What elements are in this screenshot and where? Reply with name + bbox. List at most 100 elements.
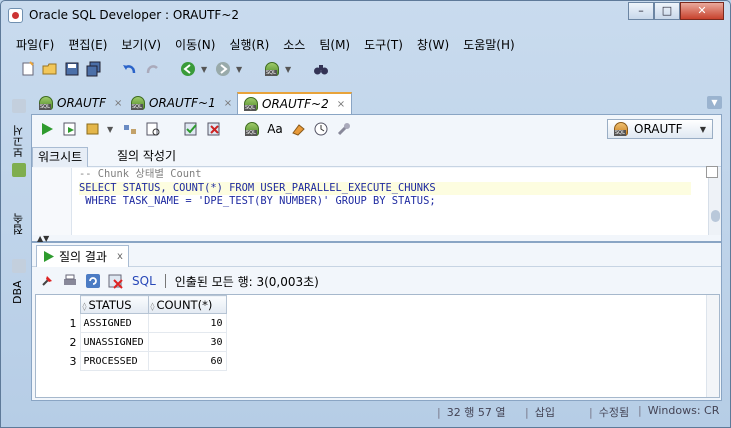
status-bar: | 32 행 57 열 | 삽입 | 수정됨 | Windows: CR bbox=[1, 402, 730, 420]
tab-query-builder[interactable]: 질의 작성기 bbox=[112, 147, 181, 167]
format-case-icon[interactable]: Aa bbox=[266, 120, 284, 138]
save-all-icon[interactable] bbox=[85, 60, 103, 78]
window-controls: – □ ✕ bbox=[628, 2, 724, 20]
menu-view[interactable]: 보기(V) bbox=[114, 36, 168, 54]
chevron-down-icon[interactable]: ▼ bbox=[285, 65, 294, 74]
cell-count[interactable]: 30 bbox=[147, 332, 227, 352]
chevron-down-icon[interactable]: ▼ bbox=[107, 125, 116, 134]
close-icon[interactable]: × bbox=[114, 98, 122, 109]
toolbar-divider bbox=[164, 274, 166, 288]
editor-toolbar: ▼ Aa bbox=[32, 115, 721, 143]
connection-select[interactable]: ORAUTF ▼ bbox=[607, 119, 713, 139]
editor-subtabs: 워크시트 질의 작성기 bbox=[32, 145, 721, 167]
tab-list-dropdown-icon[interactable]: ▼ bbox=[707, 96, 722, 109]
dock-tab-reports[interactable]: 보고서 bbox=[11, 121, 29, 163]
row-number: 1 bbox=[69, 316, 77, 330]
code-line-3: WHERE TASK_NAME = 'DPE_TEST(BY NUMBER)' … bbox=[79, 195, 436, 207]
minimize-button[interactable]: – bbox=[628, 2, 654, 20]
close-icon[interactable]: x bbox=[117, 251, 123, 262]
new-file-icon[interactable] bbox=[19, 60, 37, 78]
column-header-status[interactable]: ◊ STATUS bbox=[79, 295, 149, 314]
tab-query-result[interactable]: 질의 결과 x bbox=[36, 245, 129, 267]
print-icon[interactable] bbox=[61, 272, 79, 290]
tab-orautf-2[interactable]: ORAUTF~2 × bbox=[237, 92, 353, 114]
menu-source[interactable]: 소스 bbox=[276, 36, 312, 54]
menu-edit[interactable]: 편집(E) bbox=[61, 36, 114, 54]
tab-orautf-1[interactable]: ORAUTF~1 × bbox=[125, 92, 238, 114]
table-row[interactable]: 2 UNASSIGNED 30 bbox=[36, 332, 227, 352]
menu-team[interactable]: 팀(M) bbox=[312, 36, 357, 54]
eraser-icon[interactable] bbox=[289, 120, 307, 138]
table-row[interactable]: 3 PROCESSED 60 bbox=[36, 351, 227, 371]
commit-icon[interactable] bbox=[84, 120, 102, 138]
close-button[interactable]: ✕ bbox=[680, 2, 724, 20]
chevron-down-icon[interactable]: ▼ bbox=[236, 65, 245, 74]
chevron-down-icon[interactable]: ▼ bbox=[201, 65, 210, 74]
autotrace-icon[interactable] bbox=[144, 120, 162, 138]
menu-file[interactable]: 파일(F) bbox=[9, 36, 61, 54]
cancel-query-icon[interactable] bbox=[107, 272, 125, 290]
editor-scrollbar[interactable] bbox=[708, 168, 721, 235]
results-panel: 질의 결과 x SQL 인출된 모든 행: 3(0,003초) ◊ STATUS… bbox=[31, 242, 722, 401]
run-script-icon[interactable] bbox=[61, 120, 79, 138]
results-tabbar: 질의 결과 x bbox=[32, 243, 721, 267]
title-bar: Oracle SQL Developer : ORAUTF~2 – □ ✕ bbox=[1, 1, 730, 29]
menu-navigate[interactable]: 이동(N) bbox=[168, 36, 222, 54]
sql-tuning-icon[interactable] bbox=[243, 120, 261, 138]
scrollbar-thumb[interactable] bbox=[711, 210, 720, 222]
open-folder-icon[interactable] bbox=[41, 60, 59, 78]
column-header-count[interactable]: ◊ COUNT(*) bbox=[147, 295, 227, 314]
row-number: 2 bbox=[69, 335, 77, 349]
cell-count[interactable]: 60 bbox=[147, 351, 227, 371]
commit-check-icon[interactable] bbox=[182, 120, 200, 138]
grid-scrollbar[interactable] bbox=[706, 295, 719, 397]
menu-tools[interactable]: 도구(T) bbox=[357, 36, 410, 54]
forward-icon[interactable] bbox=[214, 60, 232, 78]
dock-tab-dba[interactable]: DBA bbox=[11, 277, 29, 307]
wrench-icon[interactable] bbox=[335, 120, 353, 138]
tab-orautf[interactable]: ORAUTF × bbox=[33, 92, 128, 114]
results-grid[interactable]: ◊ STATUS ◊ COUNT(*) 1 ASSIGNED 10 2 UNASSI… bbox=[35, 294, 720, 398]
redo-icon[interactable] bbox=[143, 60, 161, 78]
results-toolbar: SQL 인출된 모든 행: 3(0,003초) bbox=[38, 270, 319, 292]
code-text[interactable]: -- Chunk 상태별 Count SELECT STATUS, COUNT(… bbox=[79, 168, 691, 209]
code-editor[interactable]: -- Chunk 상태별 Count SELECT STATUS, COUNT(… bbox=[32, 168, 721, 235]
refresh-icon[interactable] bbox=[84, 272, 102, 290]
binoculars-icon[interactable] bbox=[312, 60, 330, 78]
cell-status[interactable]: ASSIGNED bbox=[79, 313, 149, 333]
dock-tab-connections[interactable]: 접속 bbox=[11, 209, 29, 239]
sort-icon: ◊ bbox=[150, 301, 155, 311]
cell-status[interactable]: UNASSIGNED bbox=[79, 332, 149, 352]
menu-run[interactable]: 실행(R) bbox=[222, 36, 276, 54]
main-toolbar: ▼ ▼ ▼ bbox=[19, 58, 330, 80]
row-number: 3 bbox=[69, 354, 77, 368]
history-icon[interactable] bbox=[312, 120, 330, 138]
connections-icon bbox=[12, 163, 26, 177]
close-icon[interactable]: × bbox=[224, 98, 232, 109]
editor-side-marker bbox=[706, 166, 718, 178]
tab-worksheet[interactable]: 워크시트 bbox=[32, 147, 89, 167]
save-icon[interactable] bbox=[63, 60, 81, 78]
cell-status[interactable]: PROCESSED bbox=[79, 351, 149, 371]
tab-label: ORAUTF bbox=[57, 96, 107, 110]
cell-count[interactable]: 10 bbox=[147, 313, 227, 333]
table-row[interactable]: 1 ASSIGNED 10 bbox=[36, 313, 227, 333]
explain-plan-icon[interactable] bbox=[121, 120, 139, 138]
maximize-button[interactable]: □ bbox=[654, 2, 680, 20]
status-position: | 32 행 57 열 bbox=[437, 406, 506, 419]
pin-icon[interactable] bbox=[38, 272, 56, 290]
rollback-icon[interactable] bbox=[205, 120, 223, 138]
left-dock: 보고서 접속 DBA bbox=[9, 93, 31, 419]
connection-name: ORAUTF bbox=[634, 122, 683, 136]
run-statement-icon[interactable] bbox=[38, 120, 56, 138]
close-icon[interactable]: × bbox=[337, 99, 345, 110]
undo-icon[interactable] bbox=[121, 60, 139, 78]
sql-link[interactable]: SQL bbox=[132, 274, 156, 288]
menu-help[interactable]: 도움말(H) bbox=[456, 36, 522, 54]
back-icon[interactable] bbox=[179, 60, 197, 78]
tab-label: 질의 결과 bbox=[59, 250, 107, 264]
app-icon bbox=[8, 8, 23, 23]
sql-worksheet-icon bbox=[39, 96, 53, 110]
sql-worksheet-icon[interactable] bbox=[263, 60, 281, 78]
menu-window[interactable]: 창(W) bbox=[410, 36, 456, 54]
